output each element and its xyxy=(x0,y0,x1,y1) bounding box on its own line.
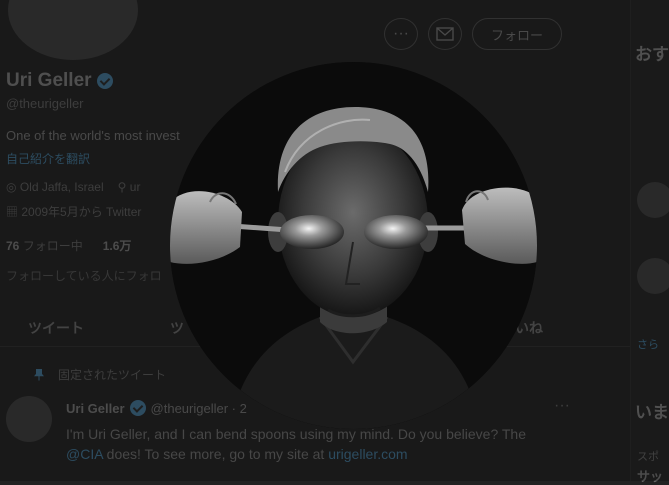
enlarged-profile-photo xyxy=(170,62,537,429)
profile-photo-illustration xyxy=(170,62,537,429)
